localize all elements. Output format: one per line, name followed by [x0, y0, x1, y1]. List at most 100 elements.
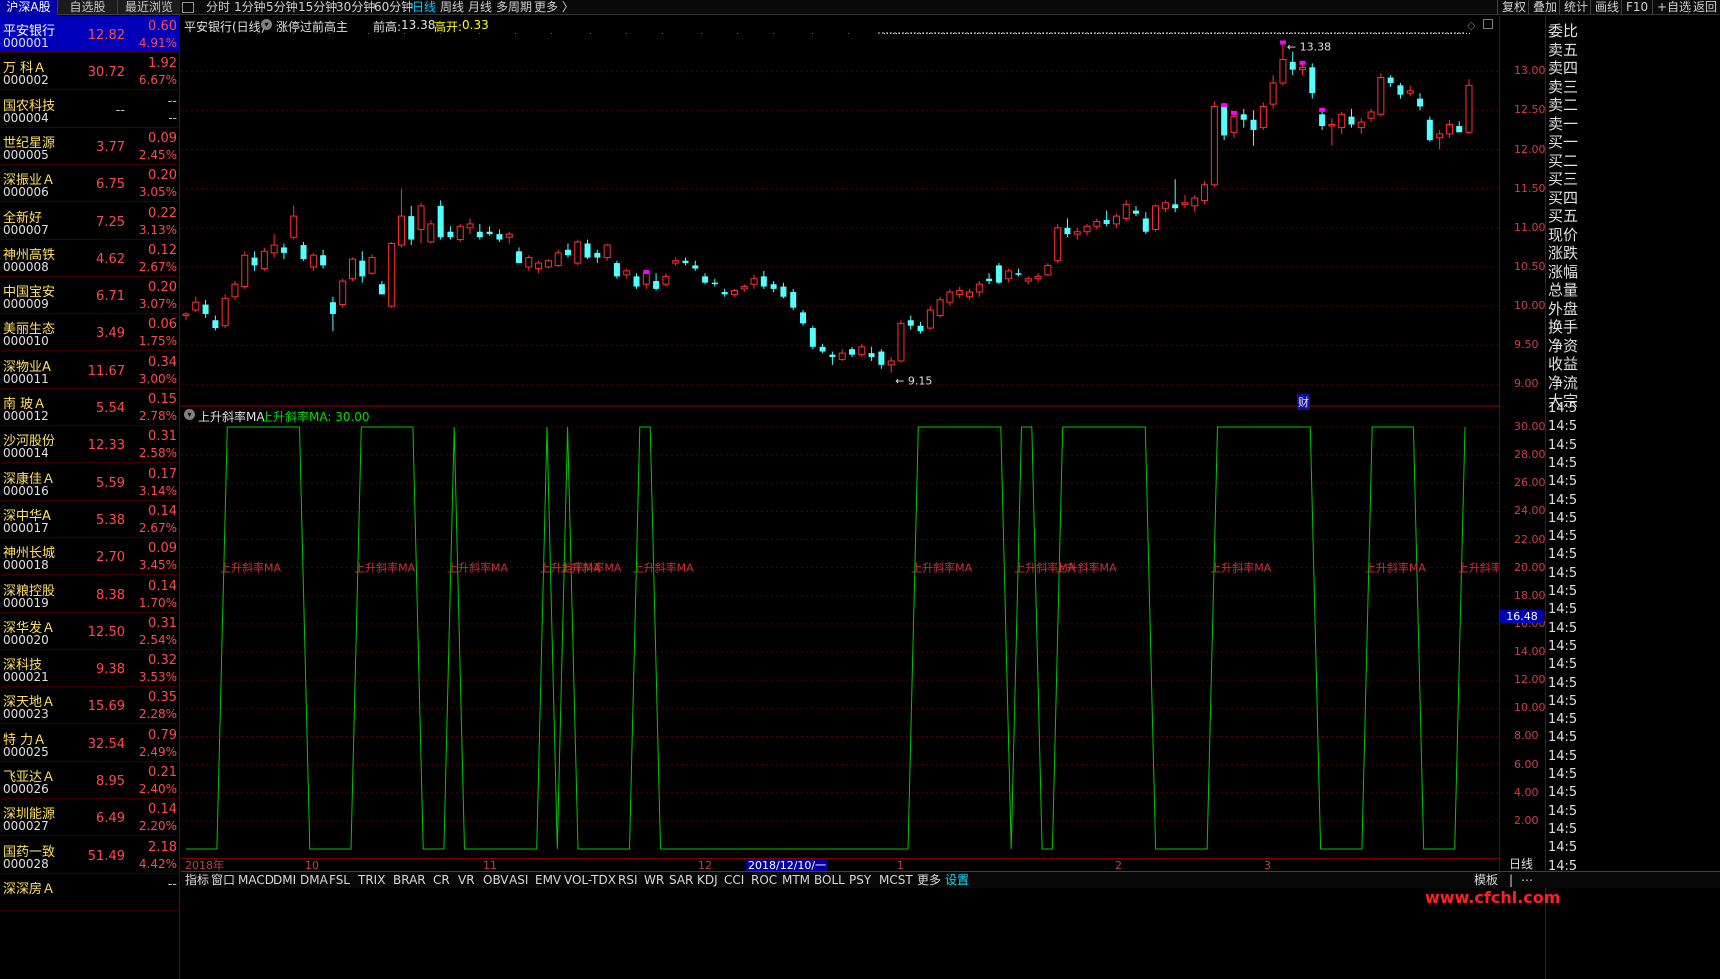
top-dot-marker [944, 33, 945, 34]
indicator-tab[interactable]: CR [433, 872, 450, 888]
diamond-icon[interactable]: ◇ [1467, 19, 1475, 32]
more-icon[interactable]: ⋯ [1521, 872, 1533, 888]
stats-button[interactable]: 统计 [1559, 0, 1592, 15]
tab-5min[interactable]: 5分钟 [266, 0, 298, 15]
tab-weekly[interactable]: 周线 [440, 0, 464, 15]
indicator-tab[interactable]: EMV [535, 872, 561, 888]
app-window: 沪深A股 自选股 最近浏览 平安银行 000001 12.82 0.60 4.91% 万 … [0, 0, 1720, 979]
top-dot-marker [1037, 33, 1038, 34]
indicator-tab[interactable]: PSY [849, 872, 871, 888]
stock-code: 000010 [3, 334, 49, 349]
template-button[interactable]: 模板 [1474, 872, 1498, 888]
indicator-tab[interactable]: MCST [879, 872, 913, 888]
indicator-tab[interactable]: 更多 [917, 872, 941, 888]
indicator-tab[interactable]: 设置 [945, 872, 969, 888]
collapse-icon[interactable]: ▾ [261, 19, 272, 30]
tab-60min[interactable]: 60分钟 [374, 0, 413, 15]
indicator-tab[interactable]: BRAR [393, 872, 426, 888]
stock-row[interactable]: 深物业A 000011 11.67 0.34 3.00% [0, 352, 180, 389]
financial-report-marker[interactable]: 财 [1297, 394, 1310, 410]
chart-area[interactable]: ← 13.38 ← 9.15 上升斜率MA 上升斜率MA 上升斜率MA 上升斜率MA 上升斜… [181, 16, 1519, 858]
stock-row[interactable]: 万 科Ａ 000002 30.72 1.92 6.67% [0, 53, 180, 91]
tab-daily[interactable]: 日线 [412, 0, 436, 15]
sub-indicator-title[interactable]: 上升斜率MA [198, 408, 265, 425]
tab-intraday[interactable]: 分时 [206, 0, 230, 15]
stock-row[interactable]: 深科技 000021 9.38 0.32 3.53% [0, 650, 180, 688]
stock-row[interactable]: 中国宝安 000009 6.71 0.20 3.07% [0, 277, 180, 315]
indicator-tab[interactable]: MTM [782, 872, 810, 888]
stock-row[interactable]: 深天地Ａ 000023 15.69 0.35 2.28% [0, 687, 180, 725]
candle-body [309, 254, 317, 268]
tab-recent[interactable]: 最近浏览 [118, 0, 180, 15]
indicator-tab[interactable]: BOLL [814, 872, 845, 888]
price-axis-tick: 11.00 [1514, 220, 1546, 234]
trade-time: 14:5 [1548, 401, 1578, 416]
tab-more[interactable]: 更多 〉 [534, 0, 574, 15]
tab-30min[interactable]: 30分钟 [336, 0, 375, 15]
indicator-tab[interactable]: MACD [238, 872, 274, 888]
stock-row[interactable]: 国药一致 000028 51.49 2.18 4.42% [0, 837, 180, 874]
tab-1min[interactable]: 1分钟 [234, 0, 266, 15]
stock-row[interactable]: 国农科技 000004 -- -- -- [0, 91, 180, 128]
stock-row[interactable]: 深深房Ａ -- [0, 874, 180, 911]
stock-row[interactable]: 神州高铁 000008 4.62 0.12 2.67% [0, 240, 180, 277]
stock-row[interactable]: 深康佳Ａ 000016 5.59 0.17 3.14% [0, 464, 180, 501]
stock-row[interactable]: 特 力Ａ 000025 32.54 0.79 2.49% [0, 725, 180, 762]
stock-row[interactable]: 沙河股份 000014 12.33 0.31 2.58% [0, 426, 180, 464]
candle-body [212, 320, 219, 329]
indicator-tab[interactable]: DMI [273, 872, 296, 888]
tab-15min[interactable]: 15分钟 [298, 0, 337, 15]
main-indicator-name[interactable]: 涨停过前高主 [276, 18, 348, 35]
stock-row[interactable]: 世纪星源 000005 3.77 0.09 2.45% [0, 128, 180, 165]
stock-row[interactable]: 神州长城 000018 2.70 0.09 3.45% [0, 538, 180, 576]
sub-collapse-icon[interactable]: ▾ [184, 409, 195, 420]
indicator-tab[interactable]: WR [644, 872, 664, 888]
indicator-tab[interactable]: RSI [618, 872, 638, 888]
tab-watchlist[interactable]: 自选股 [58, 0, 118, 15]
stock-row[interactable]: 深振业Ａ 000006 6.75 0.20 3.05% [0, 165, 180, 203]
panel-toggle-icon[interactable] [182, 2, 194, 13]
indicator-tab[interactable]: 指标 [185, 872, 209, 888]
top-dot-marker [1220, 33, 1221, 34]
indicator-tab[interactable]: CCI [724, 872, 744, 888]
trade-time: 14:5 [1548, 693, 1578, 709]
stock-row[interactable]: 美丽生态 000010 3.49 0.06 1.75% [0, 314, 180, 352]
f10-button[interactable]: F10 [1621, 0, 1652, 15]
stock-row[interactable]: 深中华A 000017 5.38 0.14 2.67% [0, 501, 180, 538]
candle-body [878, 351, 885, 365]
maximize-icon[interactable] [1483, 19, 1493, 29]
period-label[interactable]: 日线 [1499, 858, 1545, 871]
candle-body [397, 215, 405, 246]
stock-row[interactable]: 深圳能源 000027 6.49 0.14 2.20% [0, 799, 180, 837]
tab-hs-a-shares[interactable]: 沪深A股 [0, 0, 58, 15]
indicator-tab[interactable]: ASI [509, 872, 528, 888]
indicator-tab[interactable]: VOL-TDX [564, 872, 616, 888]
stock-row[interactable]: 南 玻Ａ 000012 5.54 0.15 2.78% [0, 389, 180, 426]
indicator-tab[interactable]: KDJ [697, 872, 718, 888]
stock-row[interactable]: 深粮控股 000019 8.38 0.14 1.70% [0, 576, 180, 613]
indicator-tab[interactable]: OBV [483, 872, 509, 888]
stock-change: 0.09 [148, 541, 177, 557]
indicator-tab[interactable]: VR [458, 872, 475, 888]
candle-body [1259, 105, 1267, 129]
indicator-tab[interactable]: ROC [751, 872, 777, 888]
chart-canvas[interactable]: ← 13.38← 9.15上升斜率MA 上升斜率MA 上升斜率MA 上升斜率MA上升斜… [181, 16, 1519, 858]
indicator-tab[interactable]: DMA [300, 872, 328, 888]
indicator-tab[interactable]: 窗口 [211, 872, 235, 888]
indicator-tab[interactable]: TRIX [358, 872, 385, 888]
stock-row[interactable]: 深华发Ａ 000020 12.50 0.31 2.54% [0, 613, 180, 650]
tab-monthly[interactable]: 月线 [468, 0, 492, 15]
stock-list-panel: 沪深A股 自选股 最近浏览 平安银行 000001 12.82 0.60 4.91% 万 … [0, 0, 180, 979]
stock-row[interactable]: 平安银行 000001 12.82 0.60 4.91% [0, 16, 180, 53]
indicator-tab[interactable]: FSL [329, 872, 350, 888]
stock-row[interactable]: 全新好 000007 7.25 0.22 3.13% [0, 203, 180, 240]
indicator-tab[interactable]: SAR [669, 872, 693, 888]
stock-code: 000009 [3, 297, 49, 312]
draw-button[interactable]: 画线 [1590, 0, 1623, 15]
stock-row[interactable]: 飞亚达Ａ 000026 8.95 0.21 2.40% [0, 762, 180, 799]
tab-multi-period[interactable]: 多周期 [496, 0, 532, 15]
overlay-button[interactable]: 叠加 [1528, 0, 1561, 15]
back-button[interactable]: 返回 [1688, 0, 1720, 15]
stock-change: -- [167, 876, 177, 892]
restore-rights-button[interactable]: 复权 [1497, 0, 1530, 15]
